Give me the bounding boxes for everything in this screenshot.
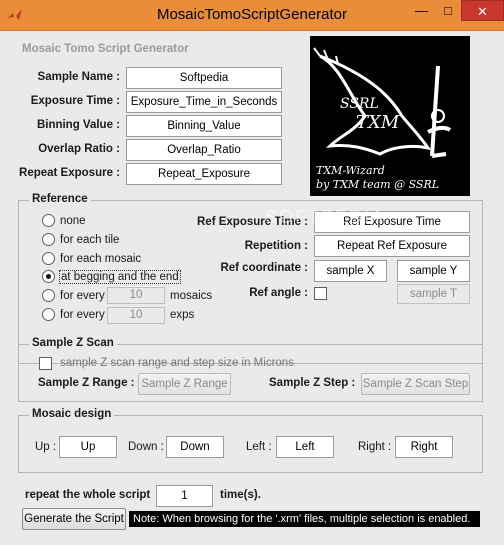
repeat-exposure-label: Repeat Exposure : bbox=[19, 167, 120, 179]
logo-caption-2: by TXM team @ SSRL bbox=[316, 178, 440, 191]
radio-for-every-exps-label: for every bbox=[60, 309, 105, 321]
txm-wizard-logo: SSRL TXM TXM-Wizard by TXM team @ SSRL bbox=[310, 36, 470, 196]
exps-suffix: exps bbox=[170, 309, 195, 321]
radio-for-each-tile-label: for each tile bbox=[60, 234, 120, 246]
sample-z-step-label: Sample Z Step : bbox=[269, 377, 356, 389]
title-bar: MosaicTomoScriptGenerator — □ ✕ bbox=[0, 0, 504, 31]
overlap-ratio-label: Overlap Ratio : bbox=[38, 143, 120, 155]
right-label: Right : bbox=[358, 441, 392, 453]
repeat-script-label: repeat the whole script bbox=[25, 489, 151, 501]
radio-at-beginning-and-end-label: at begging and the end bbox=[59, 270, 181, 284]
mosaic-design-title: Mosaic design bbox=[29, 408, 115, 420]
sample-t-input[interactable]: sample T bbox=[397, 284, 470, 304]
repetition-input[interactable]: Repeat Ref Exposure bbox=[314, 235, 470, 257]
repeat-count-input[interactable]: 1 bbox=[156, 485, 213, 507]
radio-selected-dot bbox=[46, 274, 51, 279]
right-input[interactable]: Right bbox=[395, 436, 453, 458]
sample-z-range-button[interactable]: Sample Z Range bbox=[138, 373, 231, 395]
sample-z-scan-checkbox-label: sample Z scan range and step size in Mic… bbox=[60, 357, 294, 369]
every-exps-input[interactable]: 10 bbox=[107, 307, 165, 324]
radio-for-each-tile[interactable] bbox=[42, 233, 55, 246]
sample-y-input[interactable]: sample Y bbox=[397, 260, 470, 282]
sample-z-step-button[interactable]: Sample Z Scan Step bbox=[361, 373, 470, 395]
radio-for-every-exps[interactable] bbox=[42, 308, 55, 321]
left-input[interactable]: Left bbox=[276, 436, 334, 458]
radio-at-beginning-and-end[interactable] bbox=[42, 270, 55, 283]
binning-value-input[interactable]: Binning_Value bbox=[126, 115, 282, 137]
radio-none-label: none bbox=[60, 215, 86, 227]
sample-z-scan-checkbox[interactable] bbox=[39, 357, 52, 370]
logo-mark-ssrl: SSRL bbox=[340, 96, 379, 112]
sample-name-input[interactable]: Softpedia bbox=[126, 67, 282, 89]
maximize-button[interactable]: □ bbox=[435, 0, 461, 21]
logo-caption-1: TXM-Wizard bbox=[316, 164, 385, 177]
close-button[interactable]: ✕ bbox=[461, 0, 504, 21]
ref-exposure-input[interactable]: Ref Exposure Time bbox=[314, 211, 470, 233]
window-client: Mosaic Tomo Script Generator Sample Name… bbox=[0, 31, 504, 545]
times-label: time(s). bbox=[220, 489, 261, 501]
radio-for-each-mosaic-label: for each mosaic bbox=[60, 253, 142, 265]
generate-script-button[interactable]: Generate the Script bbox=[22, 508, 126, 530]
radio-for-every-mosaics-label: for every bbox=[60, 290, 105, 302]
radio-for-every-mosaics[interactable] bbox=[42, 289, 55, 302]
exposure-time-input[interactable]: Exposure_Time_in_Seconds bbox=[126, 91, 282, 113]
sample-name-label: Sample Name : bbox=[37, 71, 120, 83]
up-label: Up : bbox=[35, 441, 57, 453]
left-label: Left : bbox=[246, 441, 272, 453]
exposure-time-label: Exposure Time : bbox=[30, 95, 120, 107]
logo-mark-txm: TXM bbox=[356, 112, 400, 133]
ref-coordinate-label: Ref coordinate : bbox=[220, 262, 308, 274]
app-subtitle: Mosaic Tomo Script Generator bbox=[22, 43, 189, 55]
ref-angle-checkbox[interactable] bbox=[314, 287, 327, 300]
browse-note: Note: When browsing for the '.xrm' files… bbox=[129, 511, 480, 527]
down-label: Down : bbox=[128, 441, 164, 453]
down-input[interactable]: Down bbox=[166, 436, 224, 458]
sample-z-range-label: Sample Z Range : bbox=[38, 377, 135, 389]
overlap-ratio-input[interactable]: Overlap_Ratio bbox=[126, 139, 282, 161]
binning-value-label: Binning Value : bbox=[36, 119, 120, 131]
radio-for-each-mosaic[interactable] bbox=[42, 252, 55, 265]
repetition-label: Repetition : bbox=[244, 240, 308, 252]
every-mosaics-input[interactable]: 10 bbox=[107, 287, 165, 304]
repeat-exposure-input[interactable]: Repeat_Exposure bbox=[126, 163, 282, 185]
ref-exposure-label: Ref Exposure Time : bbox=[197, 216, 308, 228]
sample-z-scan-title: Sample Z Scan bbox=[29, 337, 117, 349]
radio-none[interactable] bbox=[42, 214, 55, 227]
up-input[interactable]: Up bbox=[59, 436, 117, 458]
reference-group-title: Reference bbox=[29, 193, 91, 205]
ref-angle-label: Ref angle : bbox=[249, 287, 308, 299]
minimize-button[interactable]: — bbox=[408, 0, 435, 21]
sample-x-input[interactable]: sample X bbox=[314, 260, 387, 282]
